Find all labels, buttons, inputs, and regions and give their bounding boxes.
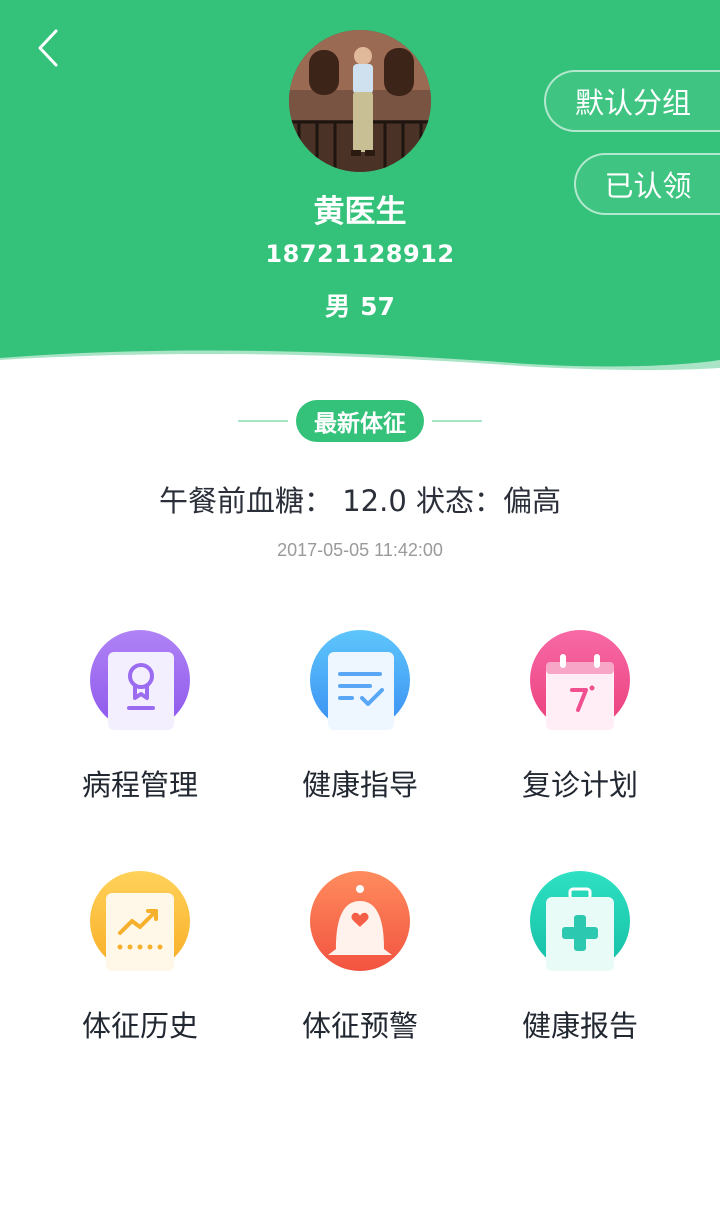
default-group-button[interactable]: 默认分组 xyxy=(544,70,720,132)
gender-age: 男 57 xyxy=(0,287,720,323)
calendar-icon xyxy=(530,630,630,730)
menu-vitals-history[interactable]: 体征历史 xyxy=(30,871,250,1071)
vital-spacer-2 xyxy=(407,484,416,518)
age: 57 xyxy=(360,292,395,321)
menu-label: 复诊计划 xyxy=(521,768,638,802)
menu-course-management[interactable]: 病程管理 xyxy=(30,630,250,830)
back-button[interactable] xyxy=(26,26,70,70)
claimed-button[interactable]: 已认领 xyxy=(574,153,720,215)
vital-timestamp: 2017-05-05 11:42:00 xyxy=(277,540,443,560)
vital-spacer xyxy=(333,484,342,518)
menu-vitals-alert[interactable]: 体征预警 xyxy=(250,871,470,1071)
latest-vitals-tag: 最新体征 xyxy=(296,400,424,442)
certificate-icon xyxy=(90,630,190,730)
phone-number: 18721128912 xyxy=(265,240,455,268)
vital-value: 12.0 xyxy=(342,484,407,518)
chevron-left-icon xyxy=(38,29,58,67)
vital-status-value: 偏高 xyxy=(503,484,562,518)
menu-label: 体征历史 xyxy=(81,1009,198,1043)
gender: 男 xyxy=(325,292,351,321)
menu-label: 病程管理 xyxy=(81,768,198,802)
divider-right xyxy=(432,420,482,422)
menu-health-guidance[interactable]: 健康指导 xyxy=(250,630,470,830)
menu-label: 体征预警 xyxy=(301,1009,418,1043)
header-wave xyxy=(0,350,720,372)
menu-followup-plan[interactable]: 复诊计划 xyxy=(470,630,690,830)
latest-vital-reading: 午餐前血糖： 12.0 状态：偏高 xyxy=(0,478,720,520)
trend-chart-icon xyxy=(90,871,190,971)
profile-header: 黄医生 18721128912 男 57 默认分组 已认领 xyxy=(0,0,720,372)
latest-vitals-header: 最新体征 xyxy=(0,400,720,442)
vital-status-label: 状态： xyxy=(416,484,504,518)
checklist-icon xyxy=(310,630,410,730)
menu-label: 健康指导 xyxy=(301,768,418,802)
alarm-bell-icon xyxy=(310,871,410,971)
avatar-photo xyxy=(289,30,431,172)
menu-health-report[interactable]: 健康报告 xyxy=(470,871,690,1071)
avatar[interactable] xyxy=(289,30,431,172)
divider-left xyxy=(238,420,288,422)
medical-kit-icon xyxy=(530,871,630,971)
vital-label: 午餐前血糖： xyxy=(158,484,333,518)
menu-label: 健康报告 xyxy=(521,1009,638,1043)
